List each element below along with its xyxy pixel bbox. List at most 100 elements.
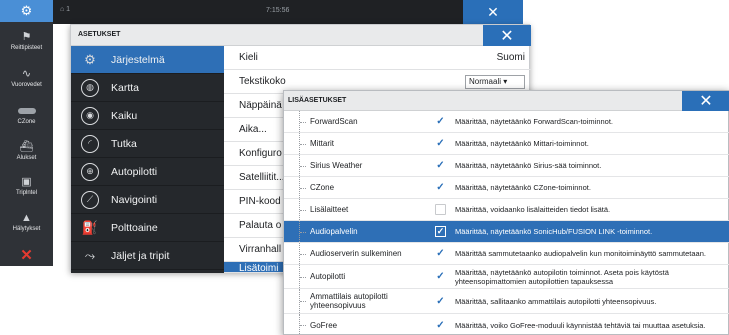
category-navigation[interactable]: ⟋ Navigointi <box>71 186 224 214</box>
category-label: Kartta <box>111 81 140 94</box>
advanced-title: LISÄASETUKSET <box>288 97 347 104</box>
advanced-close-button[interactable]: ✕ <box>682 91 729 111</box>
side-rail: ⚙ ⚑ Reittipisteet ∿ Vuorovedet CZone ⛴ A… <box>0 0 53 266</box>
feature-checkbox[interactable]: ✓ <box>435 160 446 171</box>
text-size-select[interactable]: Normaali ▾ <box>465 74 525 89</box>
feature-description: Määrittää, näytetäänkö CZone-toiminnot. <box>455 183 591 192</box>
advanced-row-gauges[interactable]: Mittarit ✓ Määrittää, näytetäänkö Mittar… <box>284 133 729 155</box>
tree-connector <box>299 221 309 242</box>
radar-icon: ◜ <box>81 134 99 153</box>
category-tracks[interactable]: ⤳ Jäljet ja tripit <box>71 242 224 270</box>
feature-description: Määrittää, voiko GoFree-moduuli käynnist… <box>455 320 706 330</box>
home-button[interactable]: ⚙ <box>0 0 53 22</box>
advanced-row-pro-autopilot[interactable]: Ammattilais autopilotti yhteensopivuus ✓… <box>284 289 729 314</box>
rail-item-label: Vuorovedet <box>11 82 42 88</box>
feature-description: Määrittää, sallitaanko ammattilais autop… <box>455 296 657 306</box>
advanced-row-czone[interactable]: CZone ✓ Määrittää, näytetäänkö CZone-toi… <box>284 177 729 199</box>
ship-icon: ⛴ <box>19 141 34 153</box>
advanced-row-accessories[interactable]: Lisälaitteet Määrittää, voidaanko lisäla… <box>284 199 729 221</box>
globe-icon: ◍ <box>81 78 99 97</box>
feature-checkbox[interactable]: ✓ <box>435 116 446 127</box>
rail-close-button[interactable]: ✕ <box>0 243 53 266</box>
advanced-settings-dialog: LISÄASETUKSET ✕ ForwardScan ✓ Määrittää,… <box>283 90 729 335</box>
feature-description: Määrittää sammutetaanko audiopalvelin ku… <box>455 249 706 258</box>
close-icon: ✕ <box>500 27 514 45</box>
rail-item-label: Hälytykset <box>12 226 41 232</box>
feature-checkbox[interactable] <box>435 204 446 215</box>
rail-item-label: Reittipisteet <box>10 45 43 51</box>
tracks-icon: ⤳ <box>84 247 96 263</box>
status-indicator: ⌂ 1 <box>60 6 71 13</box>
rail-item-waypoints[interactable]: ⚑ Reittipisteet <box>0 30 53 51</box>
feature-checkbox[interactable]: ✓ <box>435 271 446 282</box>
status-bar: ⌂ 1 7:15:56 ✕ <box>53 0 523 24</box>
category-label: Autopilotti <box>111 165 158 178</box>
fuel-icon: ⛽ <box>81 219 99 235</box>
advanced-header: LISÄASETUKSET ✕ <box>284 91 729 111</box>
advanced-row-gofree[interactable]: GoFree ✓ Määrittää, voiko GoFree-moduuli… <box>284 314 729 335</box>
rail-item-tripintel[interactable]: ▣ Triplntel <box>0 175 53 196</box>
rail-item-alarms[interactable]: ▲ Hälytykset <box>0 211 53 233</box>
advanced-list: ForwardScan ✓ Määrittää, näytetäänkö For… <box>284 111 729 335</box>
feature-description: Määrittää, voidaanko lisälaitteiden tied… <box>455 205 611 214</box>
tree-connector <box>299 243 309 264</box>
category-label: Järjestelmä <box>111 53 165 66</box>
screen: ⚙ ⚑ Reittipisteet ∿ Vuorovedet CZone ⛴ A… <box>0 0 729 335</box>
language-value: Suomi <box>496 52 525 63</box>
advanced-row-audio-server[interactable]: Audiopalvelin ✓ Määrittää, näytetäänkö S… <box>284 221 729 243</box>
advanced-row-autopilot[interactable]: Autopilotti ✓ Määrittää, näytetäänkö aut… <box>284 265 729 289</box>
rail-item-label: CZone <box>17 119 36 125</box>
category-fuel[interactable]: ⛽ Polttoaine <box>71 214 224 242</box>
settings-close-button[interactable]: ✕ <box>483 25 531 46</box>
feature-checkbox[interactable]: ✓ <box>435 320 446 331</box>
category-label: Navigointi <box>111 193 158 206</box>
tide-icon: ∿ <box>21 68 32 80</box>
category-list: ⚙ Järjestelmä ◍ Kartta ◉ Kaiku ◜ Tutka ⊕… <box>71 46 224 273</box>
feature-checkbox[interactable]: ✓ <box>435 296 446 307</box>
rail-item-label: Triplntel <box>15 190 38 196</box>
feature-description: Määrittää, näytetäänkö ForwardScan-toimi… <box>455 117 613 126</box>
tripintel-icon: ▣ <box>21 176 32 188</box>
tree-connector <box>299 155 309 176</box>
advanced-row-sirius-weather[interactable]: Sirius Weather ✓ Määrittää, näytetäänkö … <box>284 155 729 177</box>
feature-name: ForwardScan <box>310 117 358 126</box>
settings-title: ASETUKSET <box>78 31 121 38</box>
option-label: Näppäinä <box>239 100 282 111</box>
feature-name: Audioserverin sulkeminen <box>310 249 402 258</box>
tree-connector <box>299 133 309 154</box>
category-radar[interactable]: ◜ Tutka <box>71 130 224 158</box>
feature-description: Määrittää, näytetäänkö Sirius-sää toimin… <box>455 161 602 170</box>
feature-name: CZone <box>310 183 335 192</box>
category-system[interactable]: ⚙ Järjestelmä <box>71 46 224 74</box>
flag-icon: ⚑ <box>21 31 32 43</box>
feature-checkbox[interactable]: ✓ <box>435 138 446 149</box>
feature-description: Määrittää, näytetäänkö SonicHub/FUSION L… <box>455 227 653 236</box>
feature-checkbox[interactable]: ✓ <box>435 226 446 237</box>
tree-connector <box>299 177 309 198</box>
topbar-close-button[interactable]: ✕ <box>463 0 523 24</box>
feature-name: Audiopalvelin <box>310 227 358 236</box>
close-icon: ✕ <box>20 246 33 264</box>
rail-item-vessels[interactable]: ⛴ Alukset <box>0 140 53 161</box>
category-autopilot[interactable]: ⊕ Autopilotti <box>71 158 224 186</box>
category-echo[interactable]: ◉ Kaiku <box>71 102 224 130</box>
tree-connector <box>299 265 309 288</box>
gear-icon: ⚙ <box>20 3 33 18</box>
rail-item-tides[interactable]: ∿ Vuorovedet <box>0 67 53 88</box>
feature-description: Määrittää, näytetäänkö Mittari-toiminnot… <box>455 139 589 148</box>
advanced-row-forwardscan[interactable]: ForwardScan ✓ Määrittää, näytetäänkö For… <box>284 111 729 133</box>
czone-icon <box>17 104 37 117</box>
option-language[interactable]: Kieli Suomi <box>224 46 531 70</box>
category-chart[interactable]: ◍ Kartta <box>71 74 224 102</box>
tree-connector <box>299 289 309 313</box>
option-label: Konfiguro <box>239 148 282 159</box>
feature-checkbox[interactable]: ✓ <box>435 248 446 259</box>
advanced-row-audio-server-shutdown[interactable]: Audioserverin sulkeminen ✓ Määrittää sam… <box>284 243 729 265</box>
rail-item-czone[interactable]: CZone <box>0 104 53 125</box>
option-label: Kieli <box>239 52 258 63</box>
option-label: Aika... <box>239 124 267 135</box>
feature-description: Määrittää, näytetäänkö autopilotin toimi… <box>455 267 669 286</box>
feature-checkbox[interactable]: ✓ <box>435 182 446 193</box>
feature-name: Autopilotti <box>310 272 346 281</box>
feature-name: Lisälaitteet <box>310 205 349 214</box>
